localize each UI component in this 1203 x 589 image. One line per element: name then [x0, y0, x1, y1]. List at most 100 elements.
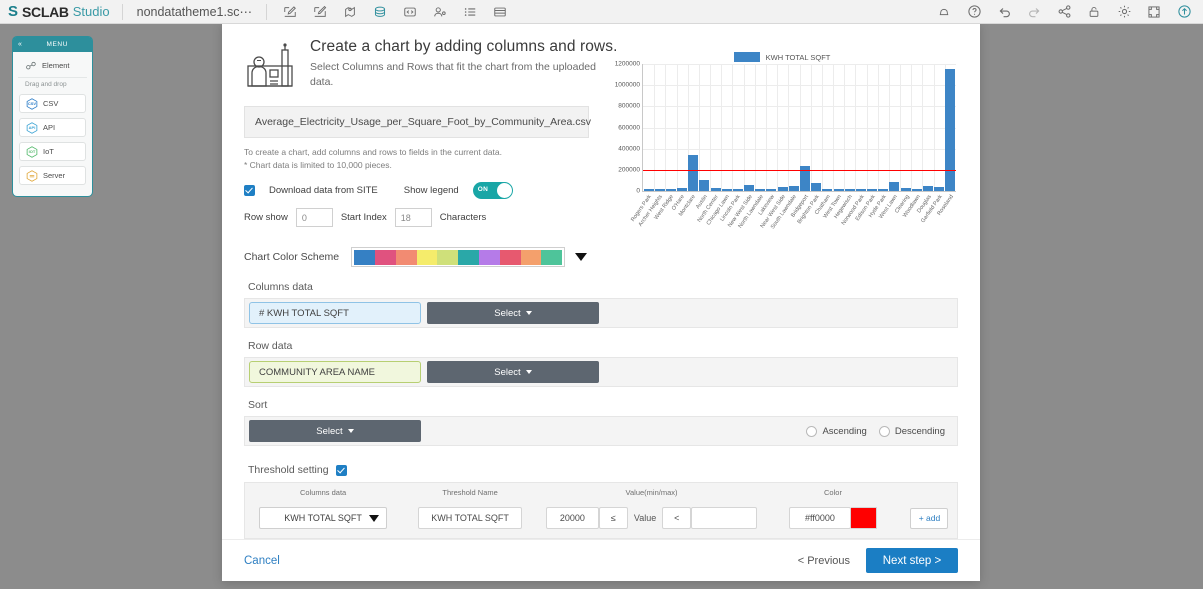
threshold-color-swatch[interactable]	[850, 507, 877, 530]
sidebar-item-label: Server	[43, 171, 66, 180]
threshold-color-hex-input[interactable]: #ff0000	[788, 507, 851, 530]
sort-select-button[interactable]: Select	[249, 420, 421, 443]
edit-draw-alt-icon[interactable]	[305, 0, 335, 24]
chart-builder-illustration-icon	[244, 40, 296, 92]
columns-data-token[interactable]: # KWH TOTAL SQFT	[249, 302, 421, 325]
share-icon[interactable]	[1049, 0, 1079, 24]
threshold-header-threshold-name: Threshold Name	[442, 488, 498, 498]
divider	[265, 3, 267, 20]
download-from-site-checkbox[interactable]	[244, 185, 255, 197]
chevron-down-icon[interactable]	[575, 253, 588, 262]
threshold-header-columns-data: Columns data	[299, 488, 347, 498]
lock-icon[interactable]	[1079, 0, 1109, 24]
chart-y-tick-label: 1000000	[614, 81, 640, 89]
color-swatch	[458, 249, 479, 265]
sort-descending-radio[interactable]: Descending	[878, 425, 945, 437]
row-show-input[interactable]: 0	[295, 208, 333, 228]
threshold-column-select[interactable]: KWH TOTAL SQFT	[259, 507, 388, 530]
chart-bar	[844, 189, 855, 191]
toggle-knob	[496, 183, 512, 199]
show-legend-toggle[interactable]: ON	[472, 182, 513, 200]
threshold-header-color: Color	[824, 488, 842, 498]
chart-bar	[922, 186, 933, 191]
element-icon	[25, 60, 37, 72]
threshold-table-header: Columns data Threshold Name Value(min/ma…	[245, 483, 957, 502]
chart-color-scheme-label: Chart Color Scheme	[244, 251, 340, 264]
code-icon[interactable]	[395, 0, 425, 24]
row-data-token[interactable]: COMMUNITY AREA NAME	[249, 361, 421, 384]
brand-mark-icon: S	[8, 3, 19, 20]
table-row: KWH TOTAL SQFT KWH TOTAL SQFT 20000 ≤ Va…	[245, 502, 957, 538]
csv-hex-icon: CSV	[26, 97, 38, 110]
threshold-color-cell: #ff0000	[764, 507, 902, 530]
fullscreen-icon[interactable]	[1139, 0, 1169, 24]
page-title: Create a chart by adding columns and row…	[310, 38, 618, 55]
right-tool-group	[929, 0, 1203, 24]
chevron-down-icon	[525, 370, 532, 375]
database-icon[interactable]	[365, 0, 395, 24]
start-index-input[interactable]: 18	[394, 208, 432, 228]
app-logo: S SCLAB Studio	[0, 0, 122, 24]
collapse-icon[interactable]: «	[18, 41, 23, 48]
characters-label: Characters	[439, 212, 487, 224]
add-threshold-button[interactable]: + add	[910, 507, 949, 529]
footer-actions: < Previous Next step >	[798, 548, 958, 574]
previous-button[interactable]: < Previous	[798, 555, 850, 567]
chart-bar	[654, 189, 665, 191]
threshold-min-input[interactable]: 20000	[545, 507, 599, 530]
legend-swatch	[733, 52, 760, 62]
server-hex-icon	[26, 169, 38, 182]
menu-header[interactable]: « MENU	[13, 37, 92, 52]
color-swatch	[541, 249, 563, 265]
columns-data-section: Columns data # KWH TOTAL SQFT Select	[244, 281, 958, 329]
sidebar-item-server[interactable]: Server	[19, 166, 86, 185]
threshold-value-word: Value	[633, 513, 657, 524]
threshold-min-operator[interactable]: ≤	[598, 507, 628, 530]
publish-icon[interactable]	[1169, 0, 1199, 24]
chart-color-scheme-select[interactable]	[351, 247, 566, 268]
cancel-button[interactable]: Cancel	[244, 555, 280, 567]
sidebar-item-csv[interactable]: CSV CSV	[19, 94, 86, 113]
chart-bar	[755, 188, 766, 191]
edit-draw-icon[interactable]	[275, 0, 305, 24]
chart-bar	[721, 188, 732, 191]
chart-y-tick-label: 200000	[618, 166, 640, 174]
chart-y-tick-label: 0	[636, 187, 640, 195]
chart-bar	[900, 188, 911, 191]
threshold-max-operator[interactable]: <	[662, 507, 692, 530]
gear-icon[interactable]	[1109, 0, 1139, 24]
threshold-max-input[interactable]	[691, 507, 758, 530]
row-data-section: Row data COMMUNITY AREA NAME Select	[244, 340, 958, 388]
chevron-down-icon	[369, 514, 380, 522]
table-icon[interactable]	[485, 0, 515, 24]
sidebar-item-element[interactable]: Element	[19, 56, 86, 75]
color-swatch	[520, 249, 542, 265]
chart-bar	[911, 188, 922, 191]
top-toolbar: S SCLAB Studio nondatatheme1.sc⋯	[0, 0, 1203, 24]
dialog-body: Create a chart by adding columns and row…	[222, 22, 980, 540]
document-tab[interactable]: nondatatheme1.sc⋯	[123, 0, 266, 24]
threshold-setting-checkbox[interactable]	[335, 464, 347, 476]
sidebar-item-iot[interactable]: IOT IoT	[19, 142, 86, 161]
undo-icon[interactable]	[989, 0, 1019, 24]
redo-icon[interactable]	[1019, 0, 1049, 24]
threshold-name-input[interactable]: KWH TOTAL SQFT	[418, 507, 523, 530]
map-pin-icon[interactable]	[335, 0, 365, 24]
chart-y-tick-label: 600000	[618, 124, 640, 131]
sidebar-item-api[interactable]: API API	[19, 118, 86, 137]
user-settings-icon[interactable]	[425, 0, 455, 24]
chart-bar	[744, 185, 755, 191]
drag-and-drop-label: Drag and drop	[18, 77, 87, 89]
columns-data-select-button[interactable]: Select	[427, 302, 599, 325]
list-icon[interactable]	[455, 0, 485, 24]
bell-icon[interactable]	[929, 0, 959, 24]
next-step-button[interactable]: Next step >	[866, 548, 958, 574]
chart-bar	[732, 189, 743, 191]
color-swatch	[437, 249, 459, 265]
chart-bar	[643, 188, 654, 191]
row-data-select-button[interactable]: Select	[427, 361, 599, 384]
chart-bar	[934, 187, 945, 191]
threshold-add-cell: + add	[902, 507, 957, 529]
sort-ascending-radio[interactable]: Ascending	[806, 425, 867, 437]
help-icon[interactable]	[959, 0, 989, 24]
